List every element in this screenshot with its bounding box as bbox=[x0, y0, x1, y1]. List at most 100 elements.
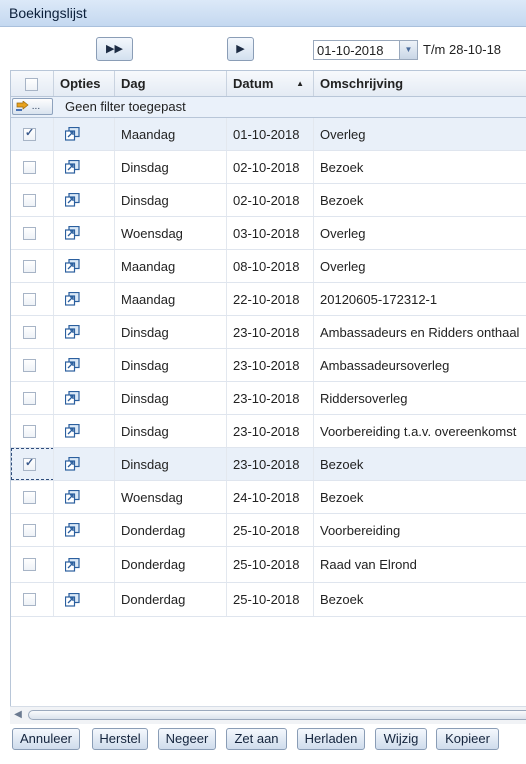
row-options-cell[interactable] bbox=[54, 283, 115, 315]
table-row[interactable]: Dinsdag23-10-2018 Bezoek bbox=[11, 448, 526, 481]
table-row[interactable]: Donderdag 25-10-2018 Bezoek bbox=[11, 583, 526, 617]
row-select-cell[interactable] bbox=[11, 217, 54, 249]
table-row[interactable]: Dinsdag 23-10-2018 Ambassadeursoverleg bbox=[11, 349, 526, 382]
fast-forward-button[interactable]: ▶▶ bbox=[96, 37, 133, 61]
cell-dag: Donderdag bbox=[115, 514, 227, 546]
row-select-cell[interactable] bbox=[11, 382, 54, 414]
column-header-opties[interactable]: Opties bbox=[54, 71, 115, 96]
row-options-cell[interactable] bbox=[54, 250, 115, 282]
select-all-checkbox[interactable] bbox=[25, 78, 38, 92]
row-options-cell[interactable] bbox=[54, 415, 115, 447]
row-options-cell[interactable] bbox=[54, 583, 115, 616]
open-external-icon[interactable] bbox=[65, 325, 80, 339]
row-select-cell[interactable] bbox=[11, 481, 54, 513]
row-checkbox[interactable] bbox=[23, 193, 36, 207]
wijzig-button[interactable]: Wijzig bbox=[375, 728, 427, 750]
row-checkbox[interactable] bbox=[23, 523, 36, 537]
row-checkbox[interactable] bbox=[23, 126, 36, 141]
table-row[interactable]: Woensdag 24-10-2018 Bezoek bbox=[11, 481, 526, 514]
row-options-cell[interactable] bbox=[54, 118, 115, 150]
row-checkbox[interactable] bbox=[23, 424, 36, 438]
row-select-cell[interactable] bbox=[11, 118, 54, 150]
row-select-cell[interactable] bbox=[11, 448, 54, 480]
scrollbar-thumb[interactable] bbox=[28, 710, 526, 720]
column-header-datum[interactable]: Datum ▲ bbox=[227, 71, 314, 96]
row-options-cell[interactable] bbox=[54, 316, 115, 348]
table-row[interactable]: Dinsdag 23-10-2018 Riddersoverleg bbox=[11, 382, 526, 415]
row-options-cell[interactable] bbox=[54, 481, 115, 513]
row-select-cell[interactable] bbox=[11, 283, 54, 315]
column-header-dag[interactable]: Dag bbox=[115, 71, 227, 96]
next-button[interactable]: ▶ bbox=[227, 37, 254, 61]
date-picker[interactable]: 01-10-2018 ▼ bbox=[313, 40, 418, 60]
table-row[interactable]: Dinsdag 02-10-2018 Bezoek bbox=[11, 184, 526, 217]
zet-aan-button[interactable]: Zet aan bbox=[226, 728, 287, 750]
open-external-icon[interactable] bbox=[65, 193, 80, 207]
open-external-icon[interactable] bbox=[65, 259, 80, 273]
open-external-icon[interactable] bbox=[65, 127, 80, 141]
row-checkbox[interactable] bbox=[23, 259, 36, 273]
open-external-icon[interactable] bbox=[65, 160, 80, 174]
table-row[interactable]: Maandag 22-10-2018 20120605-172312-1 bbox=[11, 283, 526, 316]
filter-button[interactable]: ... bbox=[12, 98, 53, 115]
open-external-icon[interactable] bbox=[65, 490, 80, 504]
kopieer-button[interactable]: Kopieer bbox=[436, 728, 499, 750]
row-checkbox[interactable] bbox=[23, 325, 36, 339]
row-checkbox[interactable] bbox=[23, 593, 36, 606]
header-select-all[interactable] bbox=[11, 71, 54, 96]
date-input[interactable]: 01-10-2018 bbox=[317, 43, 384, 58]
table-row[interactable]: Dinsdag 23-10-2018 Ambassadeurs en Ridders… bbox=[11, 316, 526, 349]
open-external-icon[interactable] bbox=[65, 424, 80, 438]
row-checkbox[interactable] bbox=[23, 292, 36, 306]
row-options-cell[interactable] bbox=[54, 382, 115, 414]
open-external-icon[interactable] bbox=[65, 523, 80, 537]
row-checkbox[interactable] bbox=[23, 358, 36, 372]
cell-datum: 25-10-2018 bbox=[227, 583, 314, 616]
row-select-cell[interactable] bbox=[11, 415, 54, 447]
row-select-cell[interactable] bbox=[11, 547, 54, 582]
row-checkbox[interactable] bbox=[23, 490, 36, 504]
row-select-cell[interactable] bbox=[11, 184, 54, 216]
row-select-cell[interactable] bbox=[11, 514, 54, 546]
row-select-cell[interactable] bbox=[11, 250, 54, 282]
open-external-icon[interactable] bbox=[65, 226, 80, 240]
chevron-down-icon[interactable]: ▼ bbox=[399, 41, 417, 59]
table-row[interactable]: Donderdag 25-10-2018 Voorbereiding bbox=[11, 514, 526, 547]
open-external-icon[interactable] bbox=[65, 557, 80, 572]
table-row[interactable]: Maandag01-10-2018 Overleg bbox=[11, 118, 526, 151]
row-checkbox[interactable] bbox=[23, 160, 36, 174]
row-select-cell[interactable] bbox=[11, 151, 54, 183]
column-header-omschrijving[interactable]: Omschrijving bbox=[314, 71, 526, 96]
sort-ascending-icon: ▲ bbox=[296, 79, 304, 88]
row-select-cell[interactable] bbox=[11, 349, 54, 381]
row-options-cell[interactable] bbox=[54, 448, 115, 480]
row-options-cell[interactable] bbox=[54, 349, 115, 381]
herstel-button[interactable]: Herstel bbox=[92, 728, 148, 750]
table-row[interactable]: Dinsdag 23-10-2018 Voorbereiding t.a.v. ov… bbox=[11, 415, 526, 448]
row-options-cell[interactable] bbox=[54, 184, 115, 216]
open-external-icon[interactable] bbox=[65, 592, 80, 607]
row-options-cell[interactable] bbox=[54, 151, 115, 183]
row-select-cell[interactable] bbox=[11, 583, 54, 616]
table-row[interactable]: Woensdag 03-10-2018 Overleg bbox=[11, 217, 526, 250]
row-checkbox[interactable] bbox=[23, 391, 36, 405]
row-checkbox[interactable] bbox=[23, 226, 36, 240]
cell-datum: 03-10-2018 bbox=[227, 217, 314, 249]
annuleer-button[interactable]: Annuleer bbox=[12, 728, 80, 750]
open-external-icon[interactable] bbox=[65, 292, 80, 306]
row-select-cell[interactable] bbox=[11, 316, 54, 348]
table-row[interactable]: Dinsdag 02-10-2018 Bezoek bbox=[11, 151, 526, 184]
herladen-button[interactable]: Herladen bbox=[297, 728, 365, 750]
row-options-cell[interactable] bbox=[54, 514, 115, 546]
horizontal-scrollbar[interactable]: ◀ bbox=[10, 706, 526, 724]
table-row[interactable]: Donderdag 25-10-2018 Raad van Elrond bbox=[11, 547, 526, 583]
table-row[interactable]: Maandag 08-10-2018 Overleg bbox=[11, 250, 526, 283]
row-checkbox[interactable] bbox=[23, 558, 36, 571]
open-external-icon[interactable] bbox=[65, 358, 80, 372]
negeer-button[interactable]: Negeer bbox=[158, 728, 216, 750]
row-options-cell[interactable] bbox=[54, 547, 115, 582]
open-external-icon[interactable] bbox=[65, 457, 80, 471]
row-options-cell[interactable] bbox=[54, 217, 115, 249]
open-external-icon[interactable] bbox=[65, 391, 80, 405]
scroll-left-icon[interactable]: ◀ bbox=[10, 707, 26, 723]
